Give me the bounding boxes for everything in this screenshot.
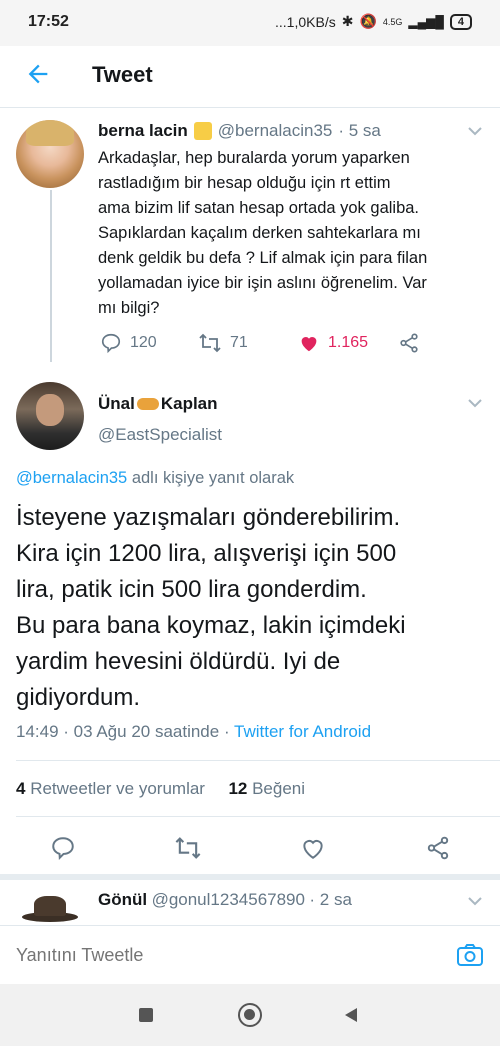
tweet-time: · 5 sa [338, 121, 381, 140]
divider [16, 816, 500, 817]
tweet-line: lira, patik icin 500 lira gonderdim. [16, 576, 367, 603]
like-stat-count: 12 [228, 779, 248, 798]
chevron-down-icon[interactable] [468, 398, 482, 408]
home-button[interactable] [238, 1003, 262, 1027]
retweet-count: 71 [230, 334, 248, 351]
reply-input[interactable] [16, 940, 436, 970]
tweet-line: mı bilgi? [98, 299, 160, 317]
back-arrow-icon[interactable] [24, 60, 52, 88]
tweet-header: berna lacin @bernalacin35 · 5 sa [98, 121, 381, 141]
divider [16, 760, 500, 761]
retweet-stat-label: Retweetler ve yorumlar [25, 779, 205, 798]
battery-icon: 4 [449, 13, 472, 30]
chevron-down-icon[interactable] [468, 126, 482, 136]
tweet-time: · 2 sa [309, 890, 352, 909]
retweet-icon[interactable] [174, 835, 202, 861]
main-author-name[interactable]: Ünal Kaplan [98, 394, 218, 414]
system-nav-bar [0, 984, 500, 1046]
network-type: 4.5G [382, 16, 403, 27]
signal-icon: ▂▄▆█ [408, 14, 444, 29]
tweet-timestamp: 14:49 · 03 Ağu 20 saatinde · Twitter for… [16, 722, 371, 742]
author-handle[interactable]: @bernalacin35 [218, 121, 333, 141]
chevron-down-icon[interactable] [468, 896, 482, 906]
yellow-square-emoji [193, 122, 212, 140]
camera-icon[interactable] [456, 942, 484, 968]
back-nav-button[interactable] [343, 1007, 359, 1023]
tweet-line: Arkadaşlar, hep buralarda yorum yaparken [98, 149, 410, 167]
leopard-emoji [136, 398, 159, 410]
author-name[interactable]: berna lacin [98, 121, 188, 141]
retweets-stat[interactable]: 4 Retweetler ve yorumlar [16, 779, 205, 798]
status-time: 17:52 [28, 13, 69, 30]
tweet-line: rastladığım bir hesap olduğu için rt ett… [98, 174, 391, 192]
reply-tweet-preview[interactable]: Gönül @gonul1234567890 · 2 sa [0, 880, 500, 925]
author-name[interactable]: Gönül [98, 890, 147, 909]
tweet-line: denk geldik bu defa ? Lif almak için par… [98, 249, 428, 267]
tweet-line: gidiyordum. [16, 684, 141, 711]
author-handle[interactable]: @EastSpecialist [98, 425, 222, 445]
share-icon[interactable] [425, 835, 451, 861]
tweet-line: ama bizim lif satan hesap ortada yok gal… [98, 199, 420, 217]
status-bar: 17:52 ...1,0KB/s ✱ 🔕 4.5G ▂▄▆█ 4 [0, 0, 500, 46]
engagement-stats: 4 Retweetler ve yorumlar 12 Beğeni [16, 779, 305, 799]
timestamp-text: 14:49 · 03 Ağu 20 saatinde · [16, 722, 235, 741]
tweet-line: İsteyene yazışmaları gönderebilirim. [16, 504, 401, 531]
tweet-line: Kira için 1200 lira, alışverişi için 500 [16, 540, 397, 567]
reply-action[interactable]: 120 [100, 332, 157, 354]
reply-count: 120 [130, 334, 157, 351]
avatar[interactable] [16, 382, 84, 450]
like-count: 1.165 [328, 334, 369, 351]
main-tweet-text: İsteyene yazışmaları gönderebilirim. Kir… [16, 500, 491, 716]
recent-apps-button[interactable] [139, 1008, 153, 1022]
bluetooth-icon: ✱ [341, 13, 354, 29]
retweet-icon [199, 333, 221, 353]
tweet-text: Arkadaşlar, hep buralarda yorum yaparken… [98, 146, 488, 321]
comment-icon[interactable] [50, 835, 76, 861]
share-icon[interactable] [398, 332, 420, 354]
tweet-header: Gönül @gonul1234567890 · 2 sa [98, 890, 352, 910]
reply-to-label: adlı kişiye yanıt olarak [127, 469, 295, 487]
tweet-line: yardim hevesini öldürdü. Iyi de [16, 648, 341, 675]
author-handle[interactable]: @gonul1234567890 [152, 890, 305, 909]
like-action[interactable]: 1.165 [298, 332, 368, 354]
tweet-line: Sapıklardan kaçalım derken sahtekarlara … [98, 224, 421, 242]
reply-context: @bernalacin35 adlı kişiye yanıt olarak [16, 469, 294, 488]
tweet-line: Bu para bana koymaz, lakin içimdeki [16, 612, 406, 639]
app-header: Tweet [0, 46, 500, 108]
source-link[interactable]: Twitter for Android [234, 722, 371, 741]
likes-stat[interactable]: 12 Beğeni [228, 779, 305, 798]
status-indicators: ...1,0KB/s ✱ 🔕 4.5G ▂▄▆█ 4 [275, 13, 472, 30]
retweet-action[interactable]: 71 [198, 332, 248, 354]
author-last-name: Kaplan [160, 394, 218, 413]
reply-to-handle[interactable]: @bernalacin35 [16, 469, 127, 487]
page-title: Tweet [92, 62, 153, 87]
comment-icon [101, 333, 121, 354]
reply-bar [0, 925, 500, 983]
thread-line [50, 190, 52, 362]
heart-icon[interactable] [300, 835, 326, 861]
author-first-name: Ünal [98, 394, 135, 413]
heart-filled-icon [301, 337, 317, 352]
avatar[interactable] [16, 120, 84, 188]
mute-icon: 🔕 [359, 13, 377, 29]
tweet-line: yollamadan iyice bir işin aslını öğrenel… [98, 274, 427, 292]
like-stat-label: Beğeni [247, 779, 306, 798]
network-speed: ...1,0KB/s [275, 13, 336, 30]
avatar[interactable] [18, 890, 82, 925]
